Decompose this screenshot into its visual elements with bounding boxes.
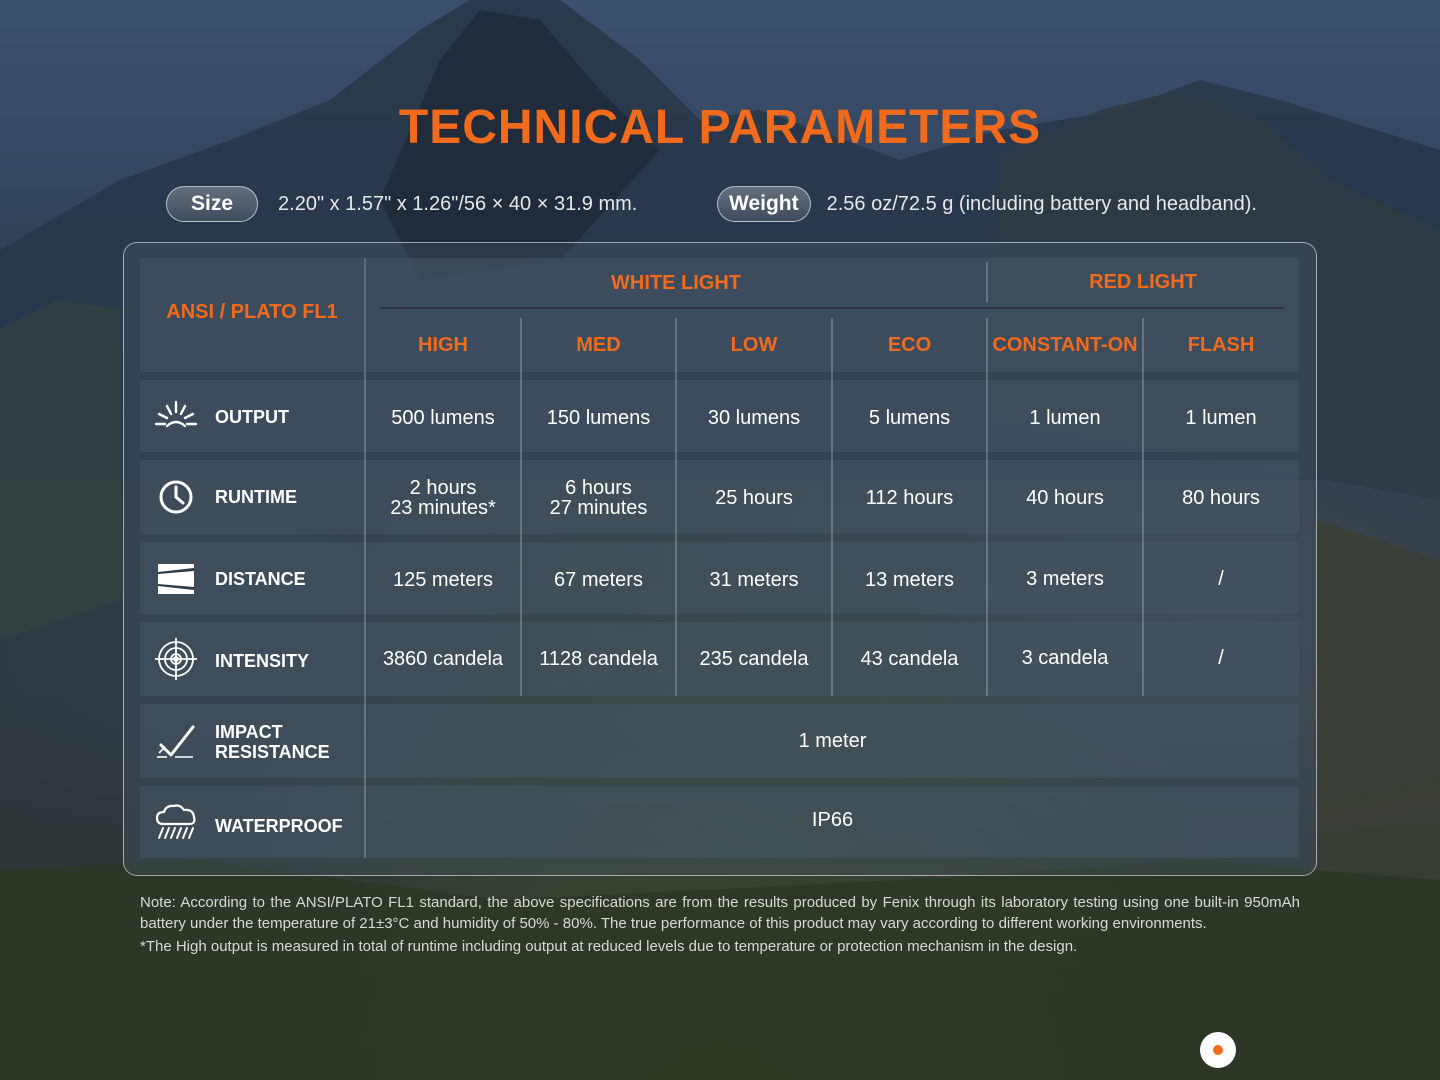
brand-logo-icon [1200, 1032, 1236, 1068]
output-eco: 5 lumens [868, 407, 951, 429]
group-red-light: RED LIGHT [1089, 271, 1197, 293]
intensity-constant-on: 3 candela [1021, 647, 1109, 669]
impact-check-icon [157, 725, 195, 758]
distance-eco: 13 meters [865, 569, 954, 591]
rain-cloud-icon [155, 804, 196, 839]
output-burst-icon [154, 400, 198, 428]
intensity-med: 1128 candela [539, 648, 658, 670]
output-high: 500 lumens [391, 407, 495, 429]
group-white-light: WHITE LIGHT [611, 272, 741, 294]
row-label-distance: DISTANCE [215, 569, 306, 589]
output-flash: 1 lumen [1185, 407, 1257, 429]
distance-med: 67 meters [554, 569, 643, 591]
distance-flash: / [1218, 568, 1224, 590]
distance-low: 31 meters [709, 569, 799, 591]
header-divider [380, 307, 1284, 309]
waterproof-value: IP66 [811, 809, 854, 831]
size-pill: Size [166, 186, 259, 222]
runtime-med-line1: 6 hours [565, 477, 632, 499]
intensity-eco: 43 candela [860, 648, 959, 670]
runtime-flash: 80 hours [1182, 487, 1260, 509]
impact-value: 1 meter [798, 730, 867, 752]
clock-icon [159, 480, 193, 514]
intensity-flash: / [1218, 647, 1224, 669]
output-med: 150 lumens [546, 407, 651, 429]
distance-beam-icon [158, 564, 194, 594]
runtime-constant-on: 40 hours [1026, 487, 1104, 509]
mode-high: HIGH [418, 334, 468, 356]
runtime-high-line2: 23 minutes* [390, 497, 496, 519]
output-low: 30 lumens [707, 407, 801, 429]
runtime-high-line1: 2 hours [409, 477, 477, 499]
row-label-impact-line2: RESISTANCE [215, 742, 330, 762]
footnote-standard: Note: According to the ANSI/PLATO FL1 st… [140, 894, 1300, 932]
runtime-low: 25 hours [715, 487, 793, 509]
mode-med: MED [576, 334, 621, 356]
intensity-low: 235 candela [699, 648, 809, 670]
runtime-eco: 112 hours [865, 487, 954, 509]
intensity-high: 3860 candela [382, 648, 504, 670]
weight-pill: Weight [717, 186, 811, 222]
row-label-impact-line1: IMPACT [215, 722, 283, 742]
corner-header: ANSI / PLATO FL1 [166, 301, 338, 323]
weight-spec: Weight 2.56 oz/72.5 g (including battery… [717, 186, 1257, 222]
mode-flash: FLASH [1187, 334, 1255, 356]
row-label-output: OUTPUT [215, 407, 289, 427]
footnote-high-output: *The High output is measured in total of… [140, 938, 1078, 955]
mode-eco: ECO [887, 334, 932, 356]
row-label-runtime: RUNTIME [215, 487, 297, 507]
page-title: TECHNICAL PARAMETERS [398, 101, 1042, 154]
footnote: Note: According to the ANSI/PLATO FL1 st… [140, 893, 1300, 958]
runtime-high: 2 hours 23 minutes* [366, 478, 520, 518]
mode-low: LOW [730, 334, 778, 356]
distance-high: 125 meters [392, 569, 494, 591]
target-intensity-icon [155, 638, 197, 680]
runtime-med: 6 hours 27 minutes [522, 478, 675, 518]
row-label-waterproof: WATERPROOF [215, 816, 343, 836]
size-spec: Size 2.20" x 1.57" x 1.26"/56 × 40 × 31.… [166, 186, 637, 222]
weight-value: 2.56 oz/72.5 g (including battery and he… [826, 192, 1257, 215]
mode-constant-on: CONSTANT-ON [992, 334, 1138, 356]
row-label-intensity: INTENSITY [215, 651, 310, 671]
output-constant-on: 1 lumen [1029, 407, 1101, 429]
size-value: 2.20" x 1.57" x 1.26"/56 × 40 × 31.9 mm. [278, 192, 638, 215]
distance-constant-on: 3 meters [1026, 568, 1104, 590]
row-label-impact: IMPACT RESISTANCE [215, 722, 330, 762]
runtime-med-line2: 27 minutes [549, 497, 648, 519]
